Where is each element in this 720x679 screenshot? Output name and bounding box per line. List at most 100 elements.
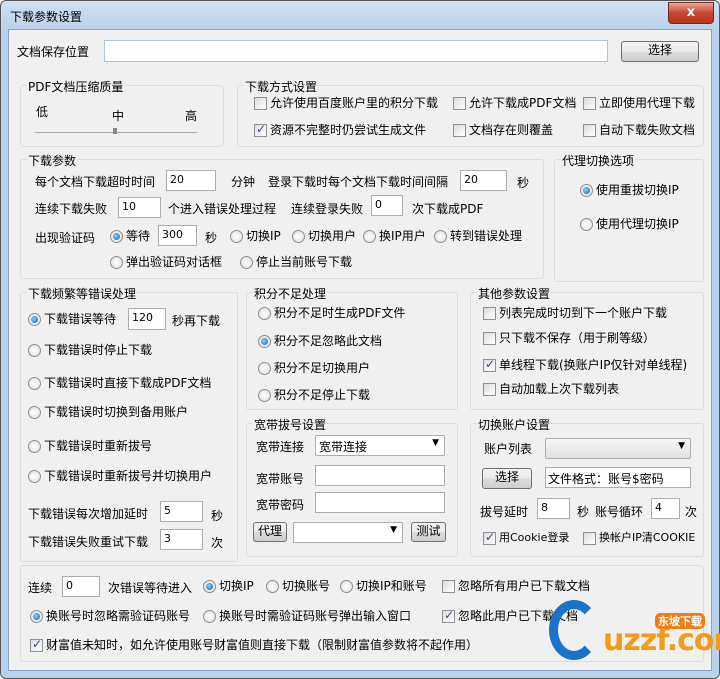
retry-label: 下载错误失败重试下载 bbox=[28, 535, 149, 549]
group-title: 下载频繁等错误处理 bbox=[27, 285, 138, 302]
dial-delay-input[interactable]: 8 bbox=[537, 498, 570, 519]
bottom-switch-account-radio[interactable]: 切换账号 bbox=[266, 579, 330, 593]
bottom-switch-ip-radio[interactable]: 切换IP bbox=[203, 579, 254, 593]
proxy-select[interactable]: ▼ bbox=[293, 522, 403, 543]
error-backup-radio[interactable]: 下载错误时切换到备用账户 bbox=[28, 405, 188, 419]
mode-checkbox[interactable]: 自动下载失败文档 bbox=[583, 123, 695, 137]
popup-captcha-radio[interactable]: 换账号时需验证码账号弹出输入窗口 bbox=[203, 609, 411, 623]
ignore-all-checkbox[interactable]: 忽略所有用户已下载文档 bbox=[442, 579, 590, 593]
clear-cookie-checkbox[interactable]: 换帐户IP清COOKIE bbox=[583, 531, 695, 545]
cookie-login-checkbox[interactable]: 用Cookie登录 bbox=[483, 530, 569, 545]
timeout-label: 每个文档下载超时时间 bbox=[35, 175, 156, 189]
retry-input[interactable]: 3 bbox=[160, 529, 203, 550]
retry-unit: 次 bbox=[211, 536, 224, 550]
delay-input[interactable]: 5 bbox=[160, 501, 203, 522]
group-title: PDF文档压缩质量 bbox=[27, 78, 125, 95]
captcha-wait-radio[interactable]: 等待 bbox=[110, 229, 150, 243]
mode-checkbox[interactable]: 文档存在则覆盖 bbox=[453, 123, 553, 137]
dropdown-arrow-icon: ▼ bbox=[432, 438, 439, 448]
points-radio[interactable]: 积分不足时生成PDF文件 bbox=[258, 306, 405, 320]
broadband-account-input[interactable] bbox=[315, 465, 445, 486]
choose-folder-button[interactable]: 选择 bbox=[621, 41, 699, 62]
captcha-stop-radio[interactable]: 停止当前账号下载 bbox=[240, 255, 352, 269]
captcha-wait-input[interactable]: 300 bbox=[158, 225, 197, 246]
group-title: 代理切换选项 bbox=[561, 152, 636, 169]
interval-label: 登录下载时每个文档下载时间间隔 bbox=[268, 175, 449, 189]
quality-slider-thumb[interactable] bbox=[113, 128, 117, 134]
account-list-select[interactable]: ▼ bbox=[545, 438, 691, 459]
mode-checkbox[interactable]: 立即使用代理下载 bbox=[583, 96, 695, 110]
mode-checkbox[interactable]: 资源不完整时仍尝试生成文件 bbox=[254, 122, 426, 137]
other-checkbox[interactable]: 单线程下载(换账户IP仅针对单线程) bbox=[483, 357, 687, 372]
login-fail-label: 连续登录失败 bbox=[291, 202, 364, 216]
group-title: 积分不足处理 bbox=[253, 285, 328, 302]
watermark-logo: uzzf.com 东坡下载 bbox=[545, 595, 720, 675]
selected-value: 宽带连接 bbox=[319, 440, 368, 454]
error-redial-radio[interactable]: 下载错误时重新拔号 bbox=[28, 439, 152, 453]
interval-input[interactable]: 20 bbox=[460, 170, 507, 191]
dropdown-arrow-icon: ▼ bbox=[678, 441, 685, 451]
mode-checkbox[interactable]: 允许使用百度账户里的积分下载 bbox=[254, 96, 438, 110]
error-stop-radio[interactable]: 下载错误时停止下载 bbox=[28, 343, 152, 357]
ignore-captcha-radio[interactable]: 换账号时忽略需验证码账号 bbox=[30, 609, 190, 623]
watermark-cn: 东坡下载 bbox=[655, 613, 705, 629]
other-checkbox[interactable]: 只下载不保存（用于刷等级） bbox=[483, 331, 655, 345]
bottom-switch-both-radio[interactable]: 切换IP和账号 bbox=[340, 579, 427, 593]
points-radio[interactable]: 积分不足忽略此文档 bbox=[258, 334, 382, 348]
error-wait-suffix: 秒再下载 bbox=[172, 314, 221, 328]
save-location-label: 文档保存位置 bbox=[17, 45, 90, 59]
quality-low-label: 低 bbox=[36, 105, 49, 119]
login-fail-input[interactable]: 0 bbox=[371, 195, 403, 216]
group-title: 宽带拔号设置 bbox=[253, 416, 328, 433]
captcha-label: 出现验证码 bbox=[35, 231, 96, 245]
seconds-label: 秒 bbox=[205, 231, 218, 245]
error-wait-input[interactable]: 120 bbox=[128, 308, 166, 330]
account-cycle-label: 账号循环 bbox=[595, 505, 644, 519]
login-fail-suffix: 次下载成PDF bbox=[412, 202, 484, 216]
save-location-input[interactable] bbox=[104, 40, 608, 62]
fail-input[interactable]: 10 bbox=[118, 197, 161, 218]
fail-suffix: 个进入错误处理过程 bbox=[168, 202, 277, 216]
window-title: 下载参数设置 bbox=[10, 10, 83, 24]
captcha-to-error-radio[interactable]: 转到错误处理 bbox=[434, 229, 522, 243]
seconds-label: 秒 bbox=[517, 176, 530, 190]
captcha-switch-ip-user-radio[interactable]: 换IP用户 bbox=[363, 229, 426, 243]
error-pdf-radio[interactable]: 下载错误时直接下载成PDF文档 bbox=[28, 376, 211, 390]
broadband-conn-select[interactable]: 宽带连接 ▼ bbox=[315, 435, 445, 456]
delay-unit: 秒 bbox=[211, 509, 224, 523]
dial-delay-label: 拔号延时 bbox=[480, 505, 529, 519]
timeout-input[interactable]: 20 bbox=[166, 170, 216, 191]
other-checkbox[interactable]: 列表完成时切到下一个账户下载 bbox=[483, 306, 667, 320]
group-title: 下载参数 bbox=[27, 152, 78, 169]
error-redial-switch-radio[interactable]: 下载错误时重新拔号并切换用户 bbox=[28, 469, 212, 483]
captcha-switch-ip-radio[interactable]: 切换IP bbox=[230, 229, 281, 243]
broadband-password-input[interactable] bbox=[315, 492, 445, 513]
other-checkbox[interactable]: 自动加载上次下载列表 bbox=[483, 382, 619, 396]
proxy-switch-radio[interactable]: 使用代理切换IP bbox=[580, 217, 679, 231]
watermark-swirl-icon bbox=[549, 600, 599, 660]
account-list-label: 账户列表 bbox=[484, 442, 533, 456]
continuous-input[interactable]: 0 bbox=[62, 576, 100, 597]
times-label: 次 bbox=[685, 505, 698, 519]
captcha-switch-user-radio[interactable]: 切换用户 bbox=[292, 229, 356, 243]
choose-account-file-button[interactable]: 选择 bbox=[482, 468, 532, 489]
captcha-popup-radio[interactable]: 弹出验证码对话框 bbox=[110, 255, 222, 269]
mode-checkbox[interactable]: 允许下载成PDF文档 bbox=[453, 96, 576, 110]
dropdown-arrow-icon: ▼ bbox=[390, 525, 397, 535]
group-title: 下载方式设置 bbox=[244, 78, 319, 95]
broadband-conn-label: 宽带连接 bbox=[256, 440, 305, 454]
broadband-account-label: 宽带账号 bbox=[256, 472, 305, 486]
download-mode-group: 下载方式设置 bbox=[237, 78, 704, 147]
points-radio[interactable]: 积分不足切换用户 bbox=[258, 361, 370, 375]
wealth-checkbox[interactable]: 财富值未知时，如允许使用账号财富值则直接下载（限制财富值参数将不起作用） bbox=[30, 637, 478, 652]
test-button[interactable]: 测试 bbox=[411, 522, 446, 542]
fail-label: 连续下载失败 bbox=[35, 202, 108, 216]
account-cycle-input[interactable]: 4 bbox=[651, 498, 680, 519]
file-format-field[interactable]: 文件格式：账号$密码 bbox=[545, 467, 691, 488]
points-radio[interactable]: 积分不足停止下载 bbox=[258, 388, 370, 402]
redial-switch-radio[interactable]: 使用重拔切换IP bbox=[580, 183, 679, 197]
error-wait-radio[interactable]: 下载错误等待 bbox=[28, 312, 116, 326]
continuous-suffix: 次错误等待进入 bbox=[108, 581, 193, 595]
proxy-button[interactable]: 代理 bbox=[253, 522, 287, 542]
close-button[interactable]: x bbox=[668, 2, 714, 24]
